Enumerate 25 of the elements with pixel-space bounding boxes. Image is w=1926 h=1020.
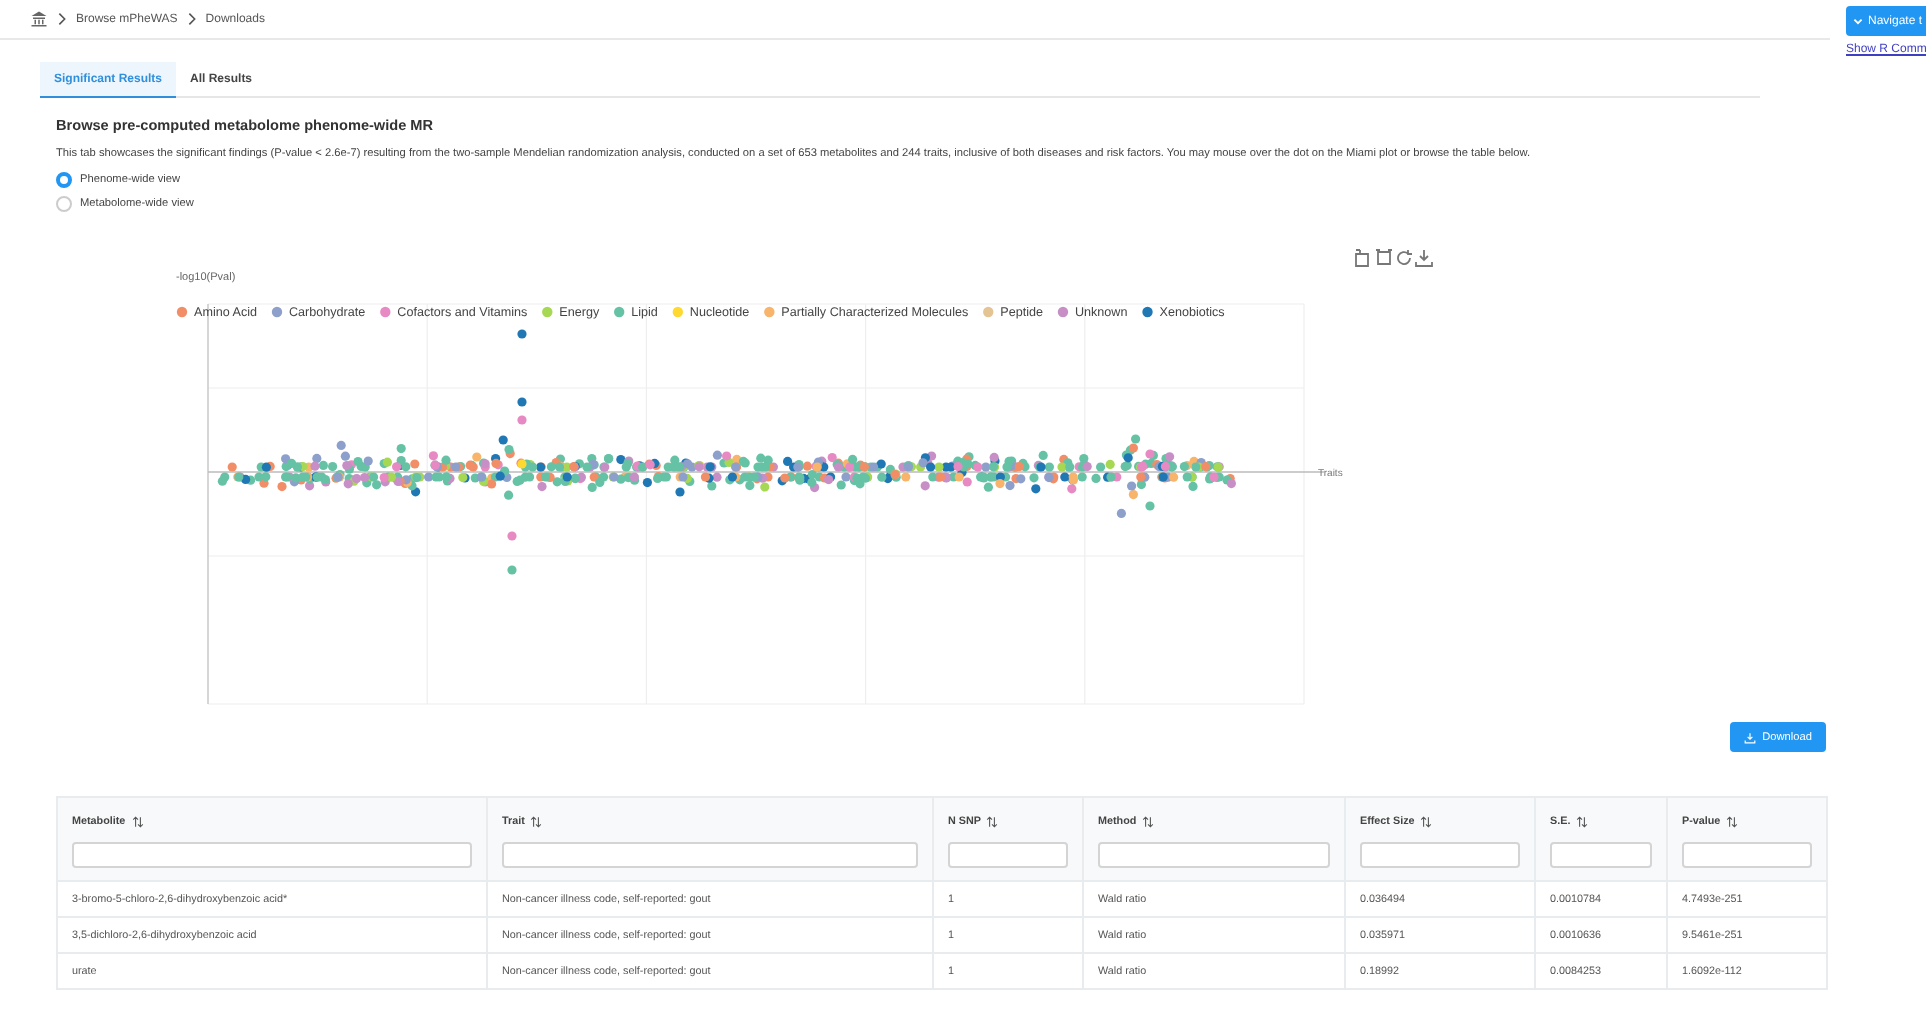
radio-button[interactable] <box>56 172 72 188</box>
filter-field[interactable] <box>72 842 472 868</box>
filter-field[interactable] <box>502 842 918 868</box>
download-icon <box>1744 731 1757 743</box>
filter-field[interactable] <box>1360 842 1520 868</box>
sort-icon[interactable] <box>1726 816 1739 828</box>
sort-icon[interactable] <box>530 816 543 828</box>
zoom-icon[interactable] <box>1355 249 1369 267</box>
filter-field[interactable] <box>1550 842 1652 868</box>
sort-icon[interactable] <box>1420 816 1433 828</box>
separator-icon <box>58 12 66 26</box>
zoom-reset-icon[interactable] <box>1375 249 1393 265</box>
download-icon[interactable] <box>1415 249 1433 267</box>
sort-icon[interactable] <box>1576 816 1589 828</box>
separator-icon <box>187 12 196 26</box>
radio-button[interactable] <box>56 196 72 212</box>
restore-icon[interactable] <box>1397 249 1413 265</box>
filter-field[interactable] <box>948 842 1068 868</box>
sort-icon[interactable] <box>131 816 144 828</box>
filter-field[interactable] <box>1682 842 1812 868</box>
sort-icon[interactable] <box>986 816 999 828</box>
chevron-down-icon <box>1852 15 1864 27</box>
filter-field[interactable] <box>1098 842 1330 868</box>
sort-icon[interactable] <box>1142 816 1155 828</box>
home-icon[interactable] <box>30 10 48 28</box>
